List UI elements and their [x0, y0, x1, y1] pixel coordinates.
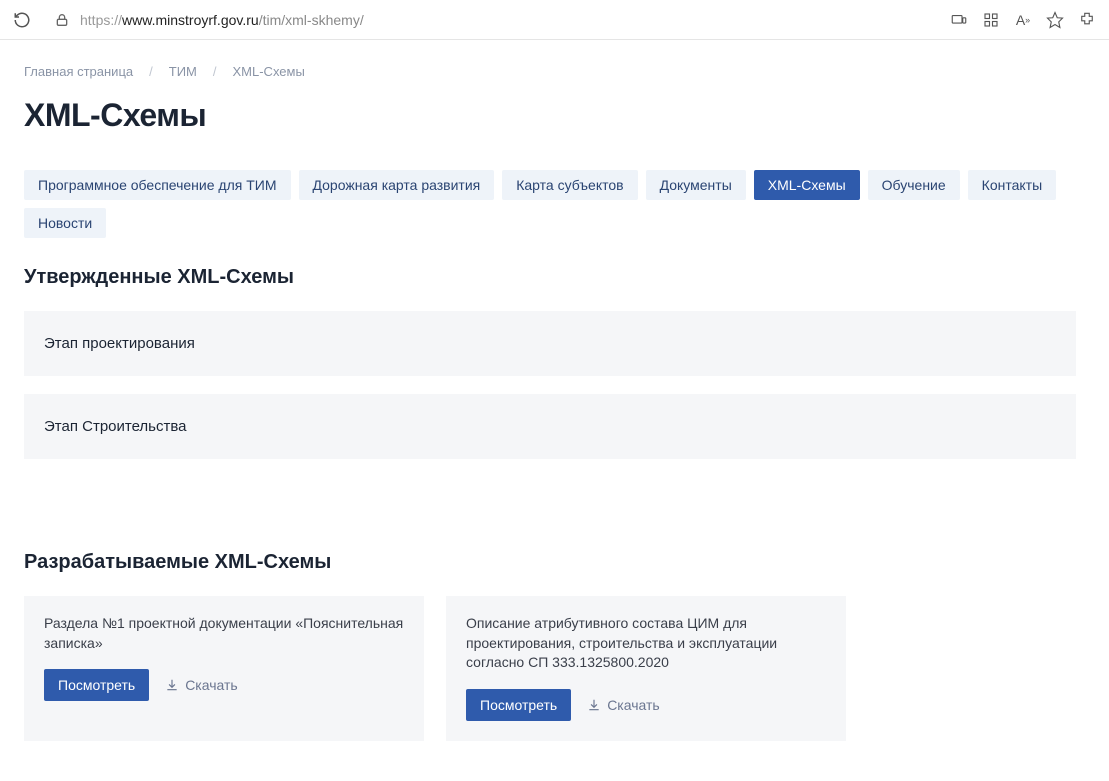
favorite-icon[interactable]: [1045, 10, 1065, 30]
breadcrumb-sep: /: [213, 64, 217, 79]
download-label: Скачать: [185, 677, 238, 693]
page-title: XML-Схемы: [24, 97, 1076, 134]
tab-contacts[interactable]: Контакты: [968, 170, 1056, 200]
read-aloud-icon[interactable]: A»: [1013, 10, 1033, 30]
breadcrumb-sep: /: [149, 64, 153, 79]
cards-row: Раздела №1 проектной документации «Поясн…: [24, 596, 1076, 741]
breadcrumb-tim[interactable]: ТИМ: [169, 64, 197, 79]
tab-software[interactable]: Программное обеспечение для ТИМ: [24, 170, 291, 200]
breadcrumb: Главная страница / ТИМ / XML-Схемы: [24, 64, 1076, 79]
view-button[interactable]: Посмотреть: [44, 669, 149, 701]
tab-training[interactable]: Обучение: [868, 170, 960, 200]
section-title-approved: Утвержденные XML-Схемы: [24, 266, 1076, 289]
url-bar[interactable]: https://www.minstroyrf.gov.ru/tim/xml-sk…: [42, 6, 939, 34]
tab-news[interactable]: Новости: [24, 208, 106, 238]
card-text: Описание атрибутивного состава ЦИМ для п…: [466, 614, 826, 673]
lock-icon: [52, 10, 72, 30]
breadcrumb-home[interactable]: Главная страница: [24, 64, 133, 79]
tab-subjects-map[interactable]: Карта субъектов: [502, 170, 637, 200]
view-button[interactable]: Посмотреть: [466, 689, 571, 721]
download-link[interactable]: Скачать: [165, 677, 238, 693]
download-link[interactable]: Скачать: [587, 697, 660, 713]
card-attribute-composition: Описание атрибутивного состава ЦИМ для п…: [446, 596, 846, 741]
card-text: Раздела №1 проектной документации «Поясн…: [44, 614, 404, 653]
devices-icon[interactable]: [949, 10, 969, 30]
download-icon: [587, 698, 601, 712]
download-icon: [165, 678, 179, 692]
tab-roadmap[interactable]: Дорожная карта развития: [299, 170, 495, 200]
tabs-row: Программное обеспечение для ТИМ Дорожная…: [24, 170, 1076, 238]
extensions-icon[interactable]: [1077, 10, 1097, 30]
panel-construction-stage[interactable]: Этап Строительства: [24, 394, 1076, 459]
browser-toolbar: https://www.minstroyrf.gov.ru/tim/xml-sk…: [0, 0, 1109, 40]
panel-design-stage[interactable]: Этап проектирования: [24, 311, 1076, 376]
tab-documents[interactable]: Документы: [646, 170, 746, 200]
section-title-developing: Разрабатываемые XML-Схемы: [24, 551, 1076, 574]
download-label: Скачать: [607, 697, 660, 713]
url-text: https://www.minstroyrf.gov.ru/tim/xml-sk…: [80, 12, 364, 28]
grid-icon[interactable]: [981, 10, 1001, 30]
reload-icon[interactable]: [12, 10, 32, 30]
tab-xml-schemas[interactable]: XML-Схемы: [754, 170, 860, 200]
card-explanatory-note: Раздела №1 проектной документации «Поясн…: [24, 596, 424, 741]
breadcrumb-current: XML-Схемы: [233, 64, 305, 79]
